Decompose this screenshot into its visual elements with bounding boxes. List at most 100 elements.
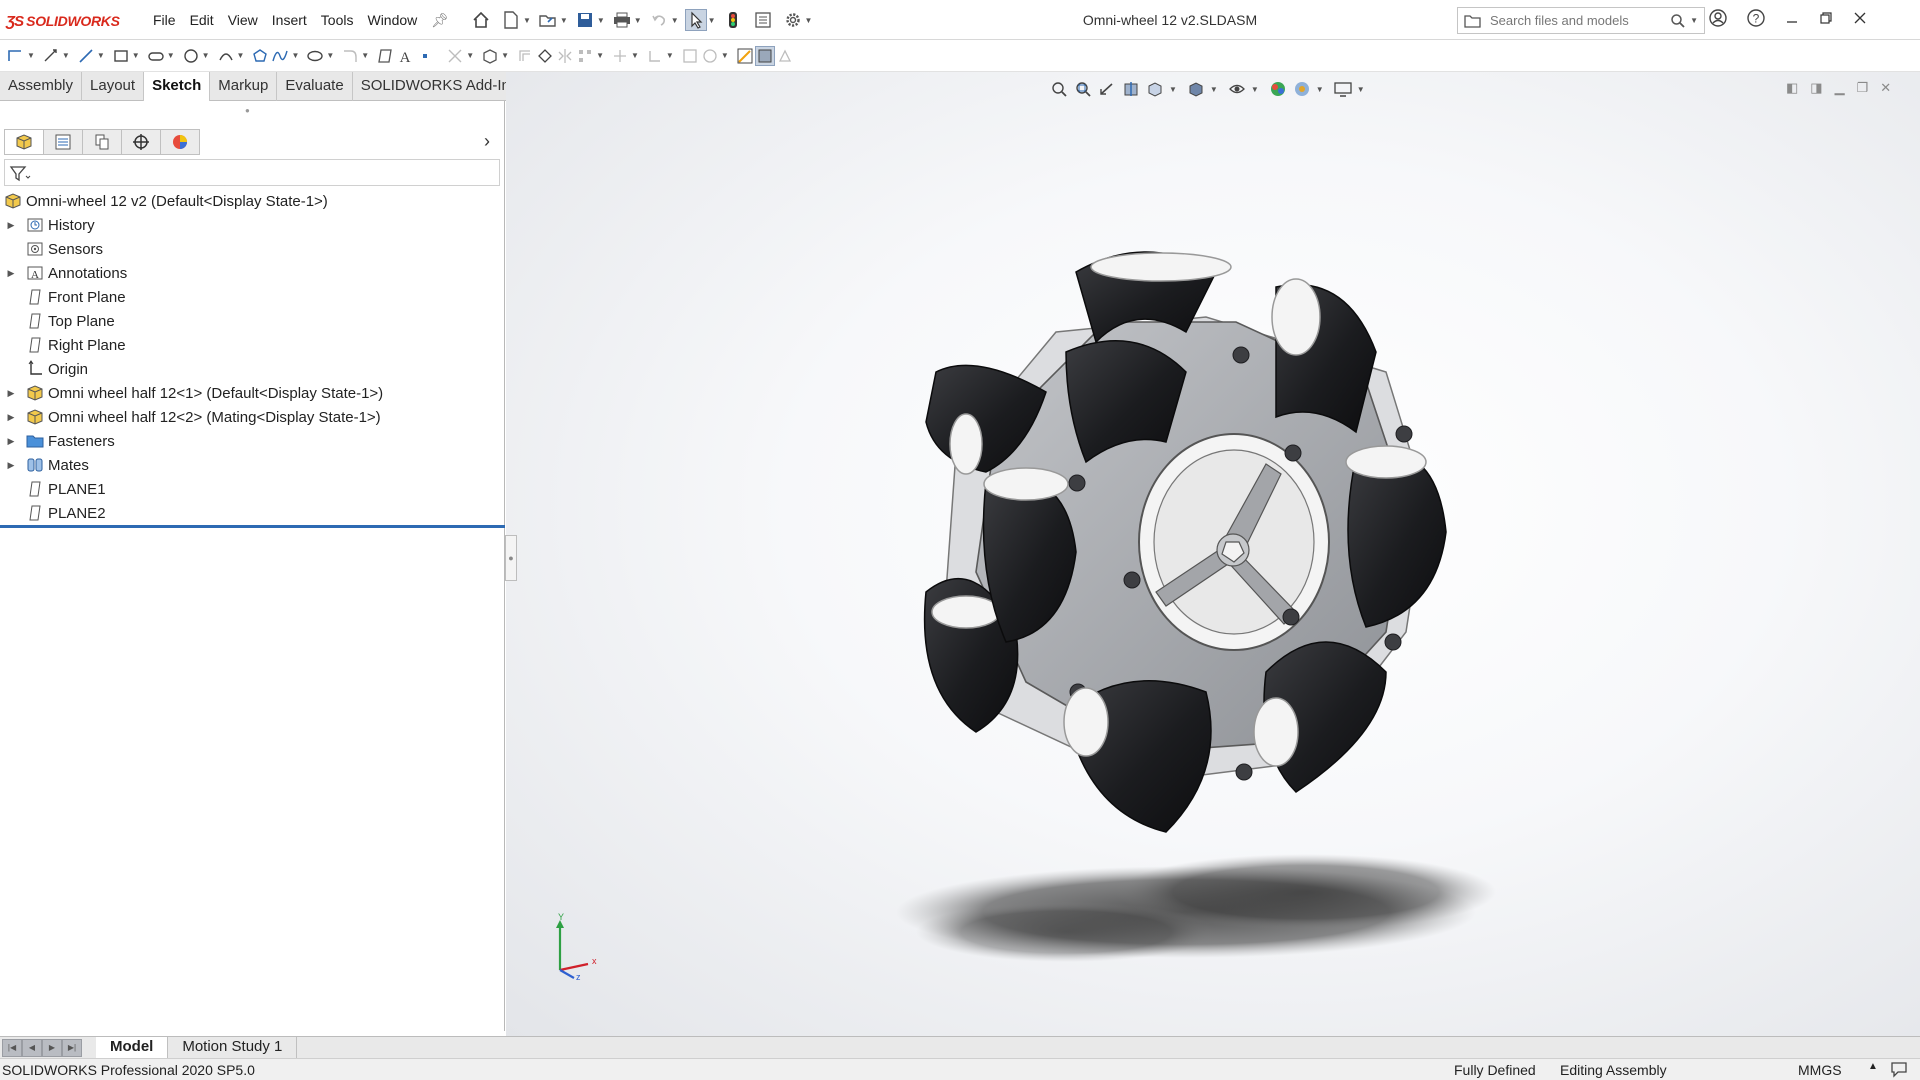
tree-item-origin[interactable]: Origin — [0, 357, 505, 381]
new-dropdown-icon[interactable]: ▼ — [523, 16, 531, 25]
menu-edit[interactable]: Edit — [183, 12, 221, 29]
menu-insert[interactable]: Insert — [265, 12, 314, 29]
tree-item-sensors[interactable]: Sensors — [0, 237, 505, 261]
omni-wheel-model[interactable] — [506, 72, 1920, 1036]
print-dropdown-icon[interactable]: ▼ — [634, 16, 642, 25]
expand-arrow-icon[interactable]: ▶ — [6, 268, 16, 279]
tree-item-component-2[interactable]: ▶ Omni wheel half 12<2> (Mating<Display … — [0, 405, 505, 429]
trim-dropdown-icon[interactable]: ▼ — [466, 51, 474, 60]
section-view-icon[interactable] — [1120, 78, 1142, 100]
orientation-dropdown-icon[interactable]: ▼ — [1169, 85, 1177, 94]
tree-root-assembly[interactable]: Omni-wheel 12 v2 (Default<Display State-… — [0, 189, 505, 213]
tree-item-front-plane[interactable]: Front Plane — [0, 285, 505, 309]
viewport-tile-right-icon[interactable]: ◨ — [1810, 80, 1822, 96]
spline-dropdown-icon[interactable]: ▼ — [291, 51, 299, 60]
display-style-dropdown-icon[interactable]: ▼ — [1210, 85, 1218, 94]
previous-view-icon[interactable] — [1096, 78, 1118, 100]
mirror-entities-icon[interactable] — [555, 46, 575, 66]
polygon-icon[interactable] — [250, 46, 270, 66]
options-gear-icon[interactable] — [782, 9, 804, 31]
viewport-close-icon[interactable]: ✕ — [1880, 80, 1891, 96]
trim-icon[interactable] — [445, 46, 465, 66]
shaded-sketch-contours-icon[interactable] — [754, 45, 775, 66]
move-entities-icon[interactable] — [610, 46, 630, 66]
zoom-to-fit-icon[interactable] — [1048, 78, 1070, 100]
tree-item-component-1[interactable]: ▶ Omni wheel half 12<1> (Default<Display… — [0, 381, 505, 405]
select-pointer-icon[interactable] — [684, 9, 707, 31]
circle-icon[interactable] — [181, 46, 201, 66]
dimxpert-manager-tab[interactable] — [121, 129, 161, 155]
arc-dropdown-icon[interactable]: ▼ — [237, 51, 245, 60]
expand-arrow-icon[interactable]: ▶ — [6, 436, 16, 447]
file-properties-icon[interactable] — [752, 9, 774, 31]
convert-dropdown-icon[interactable]: ▼ — [501, 51, 509, 60]
options-dropdown-icon[interactable]: ▼ — [805, 16, 813, 25]
last-tab-icon[interactable]: ▶| — [62, 1038, 82, 1057]
save-dropdown-icon[interactable]: ▼ — [597, 16, 605, 25]
zoom-area-icon[interactable] — [1072, 78, 1094, 100]
line-icon[interactable] — [76, 46, 96, 66]
fillet-icon[interactable] — [340, 46, 360, 66]
offset-entities-icon[interactable] — [515, 46, 535, 66]
tab-addins[interactable]: SOLIDWORKS Add-Ins — [353, 72, 527, 101]
undo-dropdown-icon[interactable]: ▼ — [671, 16, 679, 25]
sketch-settings-icon[interactable] — [775, 46, 795, 66]
account-icon[interactable] — [1708, 8, 1728, 33]
apply-scene-icon[interactable] — [1291, 78, 1313, 100]
scene-dropdown-icon[interactable]: ▼ — [1316, 85, 1324, 94]
linear-pattern-icon[interactable] — [575, 46, 595, 66]
menu-tools[interactable]: Tools — [314, 12, 361, 29]
tree-item-annotations[interactable]: ▶ A Annotations — [0, 261, 505, 285]
sketch-icon[interactable] — [6, 46, 26, 66]
feature-manager-tab[interactable] — [4, 129, 44, 155]
text-icon[interactable]: A — [395, 46, 415, 66]
rectangle-dropdown-icon[interactable]: ▼ — [132, 51, 140, 60]
snaps-dropdown-icon[interactable]: ▼ — [721, 51, 729, 60]
help-icon[interactable]: ? — [1746, 8, 1766, 33]
edit-appearance-icon[interactable] — [1267, 78, 1289, 100]
offset-surface-icon[interactable] — [535, 46, 555, 66]
viewport-tile-left-icon[interactable]: ◧ — [1786, 80, 1798, 96]
slot-dropdown-icon[interactable]: ▼ — [167, 51, 175, 60]
pattern-dropdown-icon[interactable]: ▼ — [596, 51, 604, 60]
plane-tool-icon[interactable] — [375, 46, 395, 66]
sketch-dropdown-icon[interactable]: ▼ — [27, 51, 35, 60]
view-settings-dropdown-icon[interactable]: ▼ — [1357, 85, 1365, 94]
search-input[interactable]: Search files and models — [1490, 13, 1667, 28]
circle-dropdown-icon[interactable]: ▼ — [202, 51, 210, 60]
view-settings-icon[interactable] — [1332, 78, 1354, 100]
display-style-icon[interactable] — [1185, 78, 1207, 100]
new-document-icon[interactable] — [500, 9, 522, 31]
smart-dimension-icon[interactable] — [41, 46, 61, 66]
undo-icon[interactable] — [648, 9, 670, 31]
ellipse-dropdown-icon[interactable]: ▼ — [326, 51, 334, 60]
fillet-dropdown-icon[interactable]: ▼ — [361, 51, 369, 60]
relations-dropdown-icon[interactable]: ▼ — [666, 51, 674, 60]
configuration-manager-tab[interactable] — [82, 129, 122, 155]
view-orientation-icon[interactable] — [1144, 78, 1166, 100]
viewport-restore-icon[interactable]: ❐ — [1857, 80, 1869, 96]
tab-model[interactable]: Model — [96, 1036, 169, 1059]
tab-layout[interactable]: Layout — [82, 72, 145, 101]
slot-icon[interactable] — [146, 46, 166, 66]
display-manager-tab[interactable] — [160, 129, 200, 155]
line-dropdown-icon[interactable]: ▼ — [97, 51, 105, 60]
open-folder-icon[interactable] — [537, 9, 559, 31]
menu-file[interactable]: File — [146, 12, 183, 29]
search-box[interactable]: Search files and models ▼ — [1457, 7, 1705, 34]
ellipse-icon[interactable] — [305, 46, 325, 66]
status-units[interactable]: MMGS — [1798, 1062, 1842, 1078]
next-tab-icon[interactable]: ▶ — [42, 1038, 62, 1057]
solidworks-logo[interactable]: ƷS SOLIDWORKS — [6, 10, 120, 32]
search-dropdown-icon[interactable]: ▼ — [1690, 16, 1698, 25]
instant2d-icon[interactable] — [735, 46, 755, 66]
tree-item-plane1[interactable]: PLANE1 — [0, 477, 505, 501]
tab-evaluate[interactable]: Evaluate — [277, 72, 353, 101]
search-icon[interactable] — [1667, 10, 1689, 32]
prev-tab-icon[interactable]: ◀ — [22, 1038, 42, 1057]
tree-item-right-plane[interactable]: Right Plane — [0, 333, 505, 357]
panel-grip-icon[interactable]: ● — [245, 106, 255, 116]
move-dropdown-icon[interactable]: ▼ — [631, 51, 639, 60]
rollback-bar[interactable] — [0, 525, 505, 528]
tree-item-plane2[interactable]: PLANE2 — [0, 501, 505, 525]
